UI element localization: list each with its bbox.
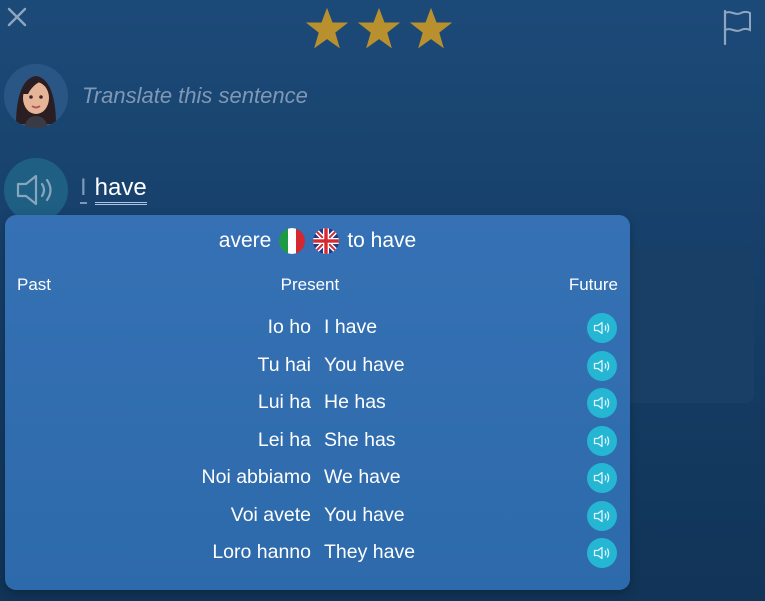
play-audio-button[interactable] xyxy=(587,388,617,418)
play-audio-button[interactable] xyxy=(587,313,617,343)
verb-english: to have xyxy=(347,229,417,252)
uk-flag-icon xyxy=(313,228,340,254)
star-rating xyxy=(304,6,454,52)
italian-form: Voi avete xyxy=(230,503,311,526)
italian-form: Lei ha xyxy=(257,428,311,451)
sentence-word[interactable]: I xyxy=(80,174,87,204)
conjugation-row: Lui ha He has xyxy=(5,387,630,425)
italian-form: Tu hai xyxy=(257,353,311,376)
play-audio-button[interactable] xyxy=(587,500,617,531)
italian-form: Lui ha xyxy=(257,391,311,413)
italian-flag-icon xyxy=(279,228,306,254)
tutor-avatar xyxy=(4,64,68,128)
speaker-icon xyxy=(593,434,610,447)
conjugation-popup: avere to have Past Present Future Io ho … xyxy=(5,215,630,590)
answer-panel xyxy=(612,247,754,403)
star-icon xyxy=(357,7,401,49)
italian-form: Noi abbiamo xyxy=(201,466,311,488)
conjugation-row: Noi abbiamo We have xyxy=(5,462,630,500)
sentence-word-selected[interactable]: have xyxy=(94,174,147,205)
speaker-icon xyxy=(593,321,610,335)
english-form: He has xyxy=(324,391,386,413)
tab-future[interactable]: Future xyxy=(569,275,618,295)
report-flag-button[interactable] xyxy=(721,8,753,46)
tab-past[interactable]: Past xyxy=(17,275,51,295)
tense-tabs: Past Present Future xyxy=(17,275,618,295)
tab-present[interactable]: Present xyxy=(281,275,340,295)
conjugation-row: Lei ha She has xyxy=(5,425,630,463)
play-audio-button[interactable] xyxy=(587,350,617,381)
speaker-icon xyxy=(593,471,610,485)
english-form: You have xyxy=(324,353,405,376)
conjugation-row: Loro hanno They have xyxy=(5,537,630,575)
popup-header: avere to have xyxy=(5,228,630,254)
speaker-icon xyxy=(593,359,610,372)
english-form: You have xyxy=(324,503,405,526)
instruction-text: Translate this sentence xyxy=(82,83,308,108)
speaker-icon xyxy=(593,546,610,560)
english-form: She has xyxy=(324,428,396,451)
english-form: I have xyxy=(324,316,378,338)
conjugation-row: Tu hai You have xyxy=(5,350,630,388)
close-button[interactable] xyxy=(6,6,28,28)
play-audio-button[interactable] xyxy=(587,538,617,568)
speaker-icon xyxy=(593,396,610,410)
speaker-icon xyxy=(593,509,610,522)
italian-form: Loro hanno xyxy=(212,541,311,563)
conjugation-list: Io ho I have Tu hai You have Lui ha He h… xyxy=(5,312,630,575)
star-icon xyxy=(409,7,453,49)
close-icon xyxy=(7,7,27,27)
conjugation-row: Io ho I have xyxy=(5,312,630,350)
sentence: Ihave xyxy=(80,174,147,205)
play-sentence-button[interactable] xyxy=(4,158,68,222)
flag-icon xyxy=(723,9,751,46)
verb-italian: avere xyxy=(218,229,272,252)
star-icon xyxy=(305,7,349,49)
play-audio-button[interactable] xyxy=(587,425,617,456)
speaker-icon xyxy=(16,174,52,206)
english-form: They have xyxy=(324,541,416,563)
english-form: We have xyxy=(324,466,401,488)
conjugation-row: Voi avete You have xyxy=(5,500,630,538)
italian-form: Io ho xyxy=(267,316,311,338)
play-audio-button[interactable] xyxy=(587,463,617,493)
